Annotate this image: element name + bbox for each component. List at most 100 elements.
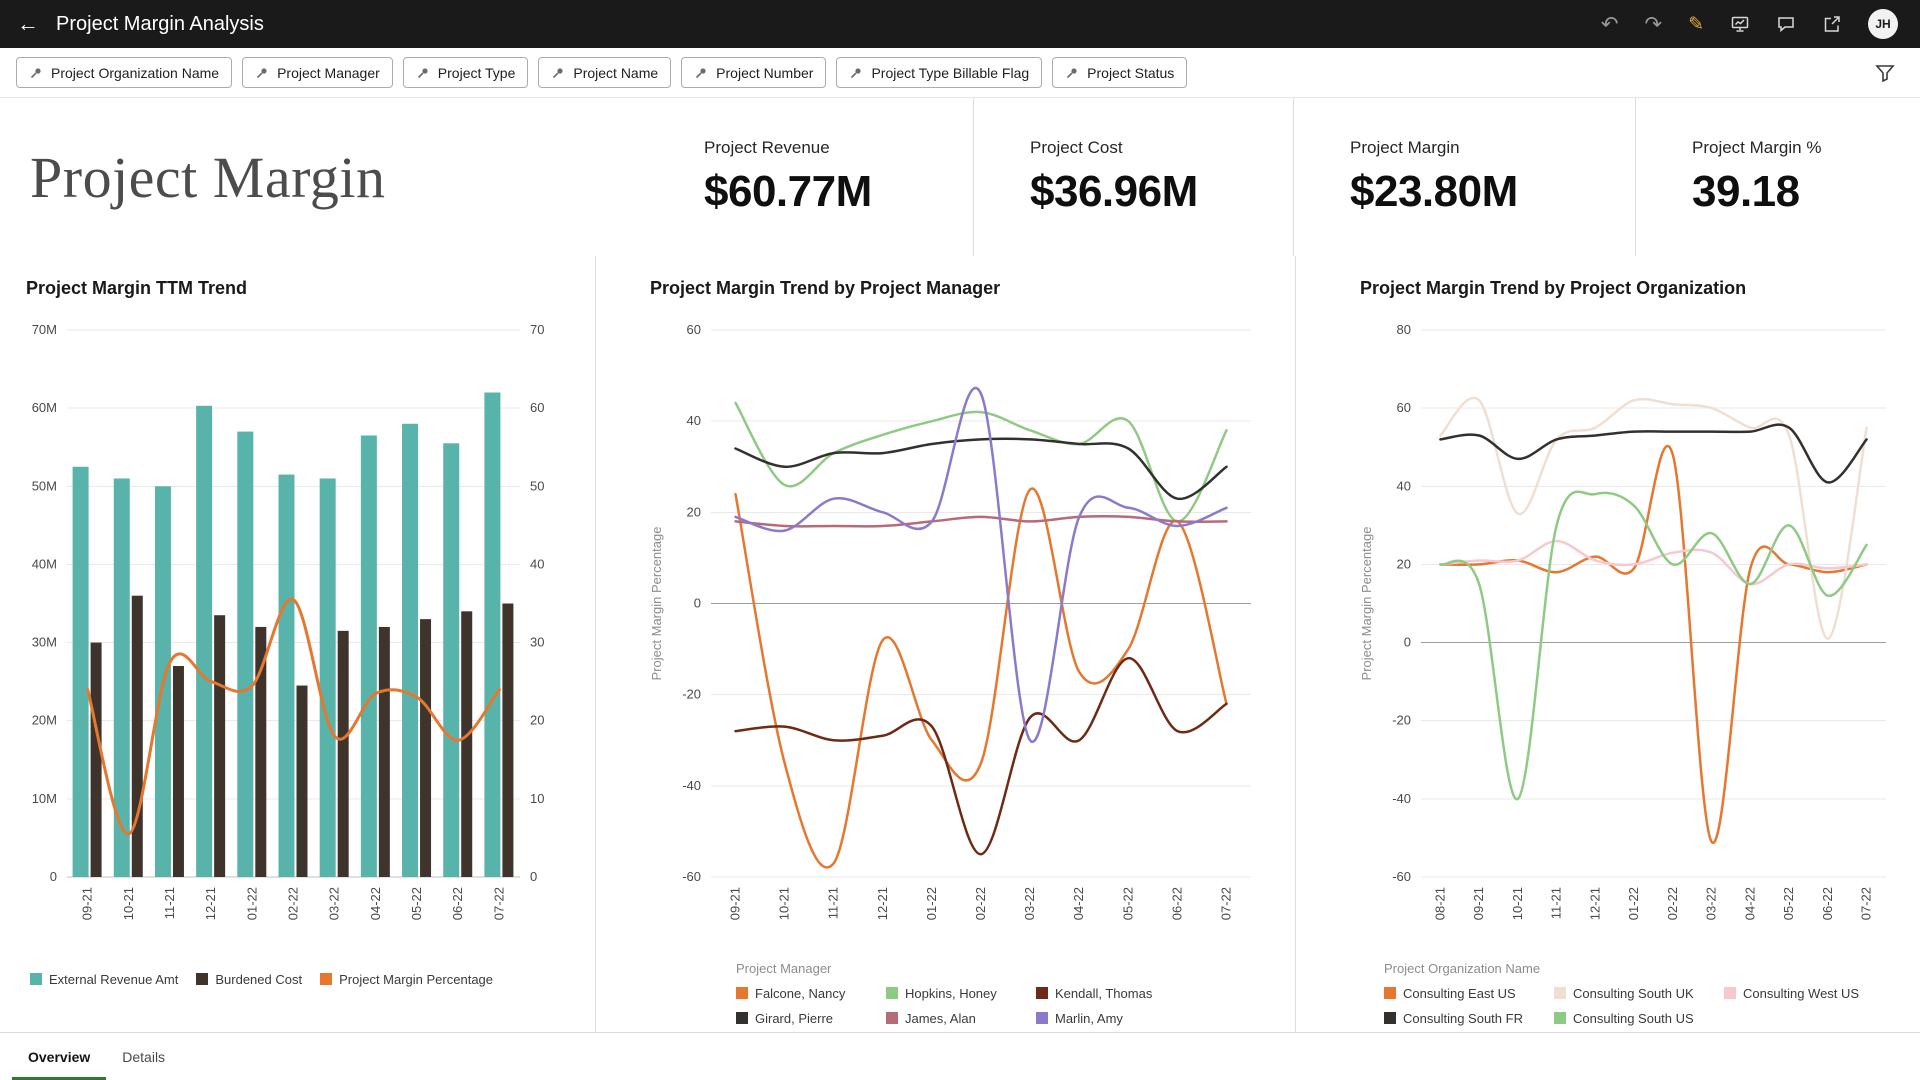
charts-row: Project Margin TTM Trend 0010M1020M2030M… <box>0 256 1920 1032</box>
pin-icon <box>416 66 430 80</box>
filter-chip-label: Project Type <box>438 65 516 81</box>
svg-text:11-21: 11-21 <box>826 887 841 919</box>
svg-text:12-21: 12-21 <box>875 887 890 920</box>
filter-chip-project-manager[interactable]: Project Manager <box>242 57 393 88</box>
panel-ttm-trend: Project Margin TTM Trend 0010M1020M2030M… <box>0 256 595 1032</box>
svg-text:02-22: 02-22 <box>286 887 301 920</box>
kpi-label: Project Margin % <box>1692 138 1920 158</box>
legend-label: Consulting West US <box>1743 986 1859 1001</box>
legend-item[interactable]: External Revenue Amt <box>30 969 178 989</box>
legend-item[interactable]: Marlin, Amy <box>1036 1008 1186 1028</box>
legend-swatch <box>1036 1012 1048 1024</box>
present-icon[interactable] <box>1730 14 1750 34</box>
back-icon[interactable]: ← <box>0 11 56 37</box>
margin-by-manager-line-chart[interactable]: -60-40-20020406009-2110-2111-2112-2101-2… <box>596 310 1286 955</box>
comment-icon[interactable] <box>1776 14 1796 34</box>
legend-item[interactable]: Consulting East US <box>1384 983 1554 1003</box>
svg-text:09-21: 09-21 <box>728 887 743 920</box>
filter-chip-label: Project Number <box>716 65 813 81</box>
undo-icon[interactable]: ↶ <box>1601 14 1619 35</box>
legend-item[interactable]: Project Margin Percentage <box>320 969 493 989</box>
legend-title: Project Manager <box>736 961 1295 976</box>
panel-margin-by-manager: Project Margin Trend by Project Manager … <box>595 256 1295 1032</box>
margin-by-organization-line-chart[interactable]: -60-40-2002040608008-2109-2110-2111-2112… <box>1296 310 1911 955</box>
filter-chip-project-type-billable-flag[interactable]: Project Type Billable Flag <box>836 57 1042 88</box>
legend-swatch <box>736 1012 748 1024</box>
kpi-tile-project-revenue: Project Revenue $60.77M <box>700 98 973 256</box>
filter-chip-project-type[interactable]: Project Type <box>403 57 529 88</box>
legend-item[interactable]: Consulting South UK <box>1554 983 1724 1003</box>
svg-text:0: 0 <box>1404 635 1411 650</box>
svg-text:04-22: 04-22 <box>1742 887 1757 920</box>
svg-text:10-21: 10-21 <box>777 887 792 920</box>
filter-chip-label: Project Status <box>1087 65 1174 81</box>
kpi-value: 39.18 <box>1692 167 1920 217</box>
svg-text:0: 0 <box>50 869 57 884</box>
legend-swatch <box>1036 987 1048 999</box>
legend-item[interactable]: Girard, Pierre <box>736 1008 886 1028</box>
legend-item[interactable]: Consulting South FR <box>1384 1008 1554 1028</box>
legend-item[interactable]: Falcone, Nancy <box>736 983 886 1003</box>
legend-label: External Revenue Amt <box>49 972 178 987</box>
svg-text:01-22: 01-22 <box>244 887 259 920</box>
filter-funnel-icon[interactable] <box>1874 62 1904 84</box>
export-icon[interactable] <box>1822 14 1842 34</box>
pin-icon <box>29 66 43 80</box>
legend-label: Hopkins, Honey <box>905 986 997 1001</box>
svg-text:11-21: 11-21 <box>162 887 177 919</box>
filter-chip-project-name[interactable]: Project Name <box>538 57 671 88</box>
chart-title: Project Margin TTM Trend <box>0 278 595 302</box>
svg-text:30M: 30M <box>32 635 57 650</box>
tab-overview[interactable]: Overview <box>12 1033 106 1080</box>
chart-title: Project Margin Trend by Project Manager <box>596 278 1295 302</box>
svg-text:0: 0 <box>530 869 537 884</box>
legend-label: Consulting East US <box>1403 986 1516 1001</box>
legend-swatch <box>1384 1012 1396 1024</box>
svg-text:10-21: 10-21 <box>121 887 136 920</box>
top-bar: ← Project Margin Analysis ↶ ↷ ✎ JH <box>0 0 1920 48</box>
svg-text:01-22: 01-22 <box>1626 887 1641 920</box>
redo-icon[interactable]: ↷ <box>1644 14 1662 35</box>
svg-text:04-22: 04-22 <box>1071 887 1086 920</box>
svg-text:-60: -60 <box>1392 869 1411 884</box>
svg-text:-20: -20 <box>682 687 701 702</box>
svg-text:0: 0 <box>694 596 701 611</box>
chart-legend: Project Manager Falcone, Nancy Hopkins, Ho… <box>736 961 1295 1028</box>
legend-swatch <box>320 973 332 985</box>
legend-label: James, Alan <box>905 1011 976 1026</box>
filter-chip-project-number[interactable]: Project Number <box>681 57 826 88</box>
filter-chip-project-organization-name[interactable]: Project Organization Name <box>16 57 232 88</box>
svg-text:60: 60 <box>687 322 701 337</box>
legend-item[interactable]: Hopkins, Honey <box>886 983 1036 1003</box>
svg-text:70M: 70M <box>32 322 57 337</box>
bottom-tab-bar: Overview Details <box>0 1032 1920 1080</box>
legend-item[interactable]: Kendall, Thomas <box>1036 983 1186 1003</box>
pin-icon <box>551 66 565 80</box>
svg-text:05-22: 05-22 <box>409 887 424 920</box>
legend-swatch <box>886 1012 898 1024</box>
svg-text:07-22: 07-22 <box>1859 887 1874 920</box>
svg-text:20: 20 <box>687 504 701 519</box>
tab-details[interactable]: Details <box>106 1033 181 1080</box>
legend-label: Consulting South US <box>1573 1011 1694 1026</box>
legend-item[interactable]: James, Alan <box>886 1008 1036 1028</box>
kpi-value: $36.96M <box>1030 167 1293 217</box>
svg-text:05-22: 05-22 <box>1120 887 1135 920</box>
ttm-trend-combo-chart[interactable]: 0010M1020M2030M3040M4050M5060M6070M7009-… <box>5 310 580 955</box>
user-avatar[interactable]: JH <box>1868 9 1898 39</box>
svg-text:09-21: 09-21 <box>1471 887 1486 920</box>
legend-item[interactable]: Consulting South US <box>1554 1008 1724 1028</box>
legend-item[interactable]: Burdened Cost <box>196 969 302 989</box>
kpi-label: Project Revenue <box>704 138 973 158</box>
legend-item[interactable]: Consulting West US <box>1724 983 1894 1003</box>
filter-chip-label: Project Manager <box>277 65 380 81</box>
legend-swatch <box>886 987 898 999</box>
svg-text:20M: 20M <box>32 713 57 728</box>
edit-icon[interactable]: ✎ <box>1688 15 1704 34</box>
filter-chip-project-status[interactable]: Project Status <box>1052 57 1187 88</box>
svg-text:02-22: 02-22 <box>1665 887 1680 920</box>
filter-chip-label: Project Organization Name <box>51 65 219 81</box>
legend-label: Falcone, Nancy <box>755 986 845 1001</box>
svg-text:20: 20 <box>530 713 544 728</box>
svg-text:07-22: 07-22 <box>1218 887 1233 920</box>
